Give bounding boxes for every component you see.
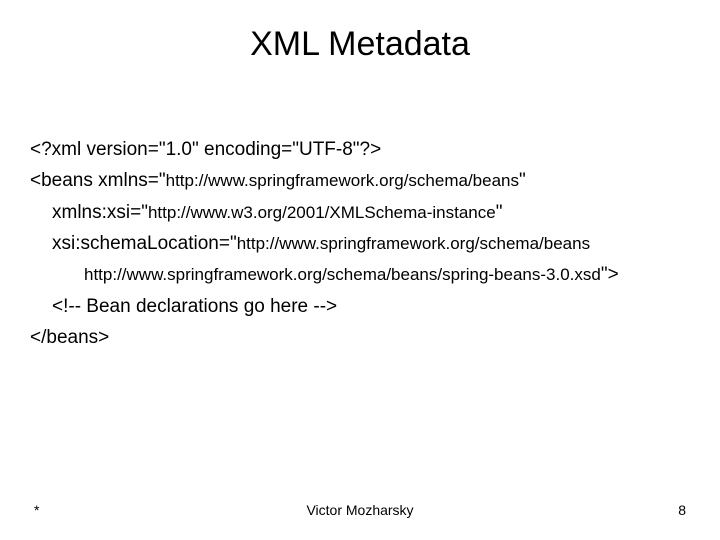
code-line-5: http://www.springframework.org/schema/be… [30,259,690,290]
code-line-1: <?xml version="1.0" encoding="UTF-8"?> [30,134,690,165]
code-line-4: xsi:schemaLocation="http://www.springfra… [30,228,690,259]
code-line-3: xmlns:xsi="http://www.w3.org/2001/XMLSch… [30,197,690,228]
slide-footer: * Victor Mozharsky 8 [0,502,720,518]
code-line-7: </beans> [30,322,690,353]
footer-author: Victor Mozharsky [306,502,413,518]
code-line-2: <beans xmlns="http://www.springframework… [30,165,690,196]
footer-page-number: 8 [678,502,686,518]
code-line-6: <!-- Bean declarations go here --> [30,291,690,322]
xml-code-block: <?xml version="1.0" encoding="UTF-8"?> <… [30,134,690,353]
footer-left: * [34,502,39,518]
slide: XML Metadata <?xml version="1.0" encodin… [0,0,720,540]
slide-title: XML Metadata [30,25,690,64]
